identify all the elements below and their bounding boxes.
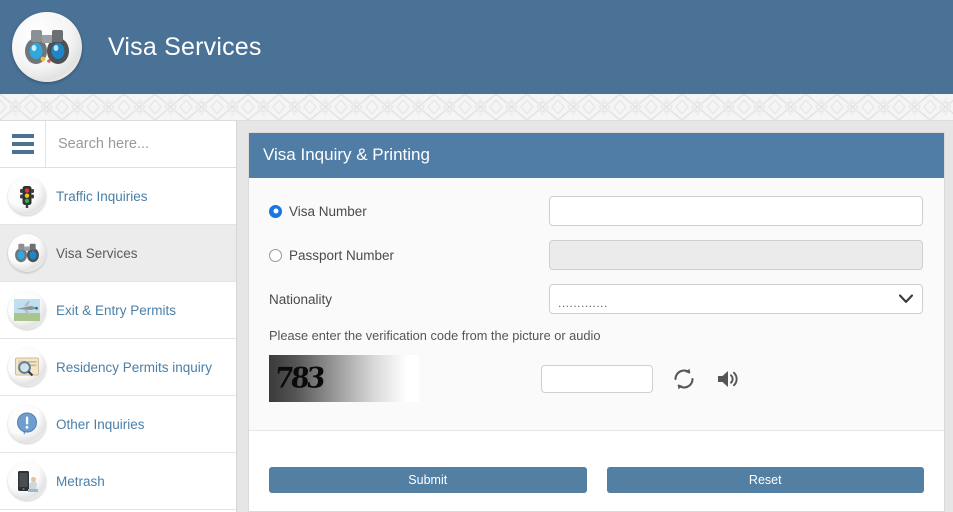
traffic-light-icon: [8, 177, 46, 215]
binoculars-icon: [25, 30, 69, 64]
nationality-label: Nationality: [269, 291, 333, 307]
hamburger-icon[interactable]: [0, 121, 46, 167]
chevron-down-icon: [899, 294, 913, 303]
sidebar: Traffic Inquiries Visa Services: [0, 121, 237, 512]
submit-button[interactable]: Submit: [269, 467, 587, 493]
passport-number-input[interactable]: [549, 240, 923, 270]
captcha-input[interactable]: [541, 364, 653, 393]
nationality-select[interactable]: .............: [549, 284, 923, 314]
sidebar-item-label: Residency Permits inquiry: [56, 359, 213, 375]
sidebar-item-label: Traffic Inquiries: [56, 188, 148, 204]
search-input[interactable]: [46, 122, 236, 166]
sidebar-item-label: Other Inquiries: [56, 416, 145, 432]
document-search-icon: [8, 348, 46, 386]
passport-number-label: Passport Number: [289, 247, 395, 263]
airplane-icon: [8, 291, 46, 329]
visa-number-input[interactable]: [549, 196, 923, 226]
brand-logo-badge: [12, 12, 82, 82]
speaker-icon[interactable]: [715, 366, 741, 392]
sidebar-item-other-inquiries[interactable]: Other Inquiries: [0, 396, 236, 453]
arabesque-pattern: [0, 94, 953, 120]
panel-body: Visa Number Passport Number Nationality: [249, 178, 944, 431]
sidebar-item-label: Exit & Entry Permits: [56, 302, 177, 318]
refresh-icon[interactable]: [671, 366, 697, 392]
sidebar-item-exit-entry-permits[interactable]: Exit & Entry Permits: [0, 282, 236, 339]
visa-number-row: Visa Number: [269, 196, 924, 226]
binoculars-icon: [8, 234, 46, 272]
visa-number-radio[interactable]: [269, 204, 282, 218]
sidebar-item-label: Metrash: [56, 473, 105, 489]
visa-inquiry-panel: Visa Inquiry & Printing Visa Number Pass…: [248, 132, 945, 512]
app-title: Visa Services: [108, 32, 262, 61]
workspace: Traffic Inquiries Visa Services: [0, 121, 953, 512]
sidebar-item-label: Visa Services: [56, 245, 138, 261]
sidebar-item-residency-permits-inquiry[interactable]: Residency Permits inquiry: [0, 339, 236, 396]
captcha-hint: Please enter the verification code from …: [269, 328, 601, 343]
visa-number-label-cell: Visa Number: [269, 204, 549, 219]
sidebar-item-traffic-inquiries[interactable]: Traffic Inquiries: [0, 168, 236, 225]
passport-number-row: Passport Number: [269, 240, 924, 270]
captcha-image: 783: [269, 355, 419, 402]
sidebar-search-row: [0, 121, 236, 168]
main-content: Visa Inquiry & Printing Visa Number Pass…: [237, 121, 953, 512]
panel-title: Visa Inquiry & Printing: [249, 133, 944, 178]
captcha-row: 783: [269, 355, 924, 402]
visa-number-label: Visa Number: [289, 203, 367, 219]
nationality-selected-value: .............: [558, 296, 608, 310]
nationality-row: Nationality .............: [269, 284, 924, 314]
passport-number-radio[interactable]: [269, 248, 282, 262]
info-bubble-icon: [8, 405, 46, 443]
app-header: Visa Services: [0, 0, 953, 94]
captcha-image-text: 783: [273, 362, 324, 395]
nationality-label-cell: Nationality: [269, 292, 549, 307]
decorative-pattern-band: [0, 94, 953, 121]
panel-footer: Submit Reset: [249, 431, 944, 511]
passport-number-label-cell: Passport Number: [269, 248, 549, 263]
reset-button[interactable]: Reset: [606, 467, 924, 493]
mobile-phone-icon: [8, 462, 46, 500]
sidebar-item-visa-services[interactable]: Visa Services: [0, 225, 236, 282]
sidebar-item-metrash[interactable]: Metrash: [0, 453, 236, 510]
